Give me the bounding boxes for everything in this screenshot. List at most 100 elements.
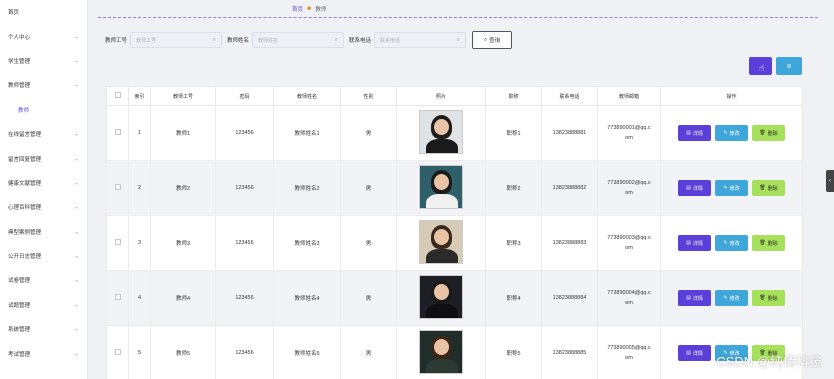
- search-bar: 教师工号 教师工号 ⌕ 教师姓名 教师姓名 ⌕ 联系电话 联系电话 ⌕ ⌕ 查询: [105, 31, 513, 49]
- sidebar-item-label: 典型案例管理: [8, 229, 42, 236]
- cell-photo: [396, 160, 486, 216]
- cell-photo: [396, 270, 486, 326]
- delete-button[interactable]: 🗑 删除: [752, 235, 785, 251]
- cell-index: 1: [128, 105, 151, 161]
- row-checkbox[interactable]: [106, 325, 129, 379]
- sidebar-item-label: 教师管理: [8, 83, 31, 90]
- sidebar-item[interactable]: 典型案例管理 ⌄: [0, 220, 87, 244]
- sidebar-item-label: 公开日志管理: [8, 254, 42, 261]
- sidebar-item[interactable]: 个人中心 ⌄: [0, 24, 87, 48]
- cell-teacher-name: 教师姓名2: [273, 160, 341, 216]
- delete-button[interactable]: 🗑 删除: [752, 290, 785, 306]
- phone-placeholder: 联系电话: [380, 37, 401, 44]
- sidebar-item[interactable]: 试卷管理 ⌄: [0, 268, 87, 292]
- sidebar-item[interactable]: 教师管理 ⌄: [0, 73, 87, 97]
- side-collapse-handle[interactable]: ‹: [826, 170, 834, 192]
- row-checkbox[interactable]: [106, 105, 129, 161]
- phone-input[interactable]: 联系电话 ⌕: [374, 32, 467, 48]
- sidebar-item[interactable]: 教师: [0, 98, 87, 122]
- sidebar-item-label: 留言回复管理: [8, 156, 42, 163]
- delete-button[interactable]: 🗑 删除: [752, 180, 785, 196]
- edit-button[interactable]: ✎ 修改: [715, 180, 748, 196]
- chevron-down-icon: ⌄: [73, 277, 79, 284]
- cell-email: 773890005@qq.c om: [597, 325, 661, 379]
- delete-label: 删除: [767, 130, 778, 137]
- search-icon: ⌕: [334, 36, 339, 43]
- teacher-name-placeholder: 教师姓名: [258, 37, 279, 44]
- row-checkbox[interactable]: [106, 270, 129, 326]
- cell-teacher-no: 教师4: [150, 270, 216, 326]
- cell-photo: [396, 215, 486, 271]
- sidebar-item[interactable]: 在线留言管理 ⌄: [0, 122, 87, 146]
- cell-gender: 男: [340, 215, 397, 271]
- teacher-no-input[interactable]: 教师工号 ⌕: [130, 32, 223, 48]
- edit-button[interactable]: ✎ 修改: [715, 290, 748, 306]
- sidebar-item[interactable]: 留言回复管理 ⌄: [0, 146, 87, 170]
- chevron-down-icon: ⌄: [73, 253, 79, 260]
- sidebar-item[interactable]: 试题管理 ⌄: [0, 293, 87, 317]
- cell-password: 123456: [215, 160, 274, 216]
- cell-teacher-no: 教师2: [150, 160, 216, 216]
- search-icon: ⌕: [456, 36, 461, 43]
- breadcrumb-home[interactable]: 首页: [292, 5, 303, 13]
- detail-button[interactable]: ▤ 详情: [678, 235, 711, 251]
- edit-label: 修改: [729, 240, 740, 247]
- row-checkbox[interactable]: [106, 160, 129, 216]
- detail-button[interactable]: ▤ 详情: [678, 345, 711, 361]
- edit-button[interactable]: ✎ 修改: [715, 125, 748, 141]
- detail-button[interactable]: ▤ 详情: [678, 180, 711, 196]
- sidebar-item[interactable]: 公开日志管理 ⌄: [0, 244, 87, 268]
- batch-delete-button[interactable]: ⊘: [776, 57, 802, 75]
- teacher-name-input[interactable]: 教师姓名 ⌕: [252, 32, 345, 48]
- sidebar-item[interactable]: 系统管理 ⌄: [0, 317, 87, 341]
- chevron-down-icon: ⌄: [73, 34, 79, 41]
- query-button[interactable]: ⌕ 查询: [472, 31, 513, 49]
- edit-icon: ✎: [723, 185, 728, 191]
- detail-button[interactable]: ▤ 详情: [678, 125, 711, 141]
- sidebar-item[interactable]: 首页: [0, 0, 87, 24]
- cell-index: 5: [128, 325, 151, 379]
- delete-button[interactable]: 🗑 删除: [752, 125, 785, 141]
- col-index: 索引: [128, 86, 151, 106]
- cell-actions: ▤ 详情 ✎ 修改 🗑 删除: [660, 215, 803, 271]
- cell-phone: 13823888881: [541, 105, 598, 161]
- search-icon: ⌕: [212, 36, 217, 43]
- teacher-photo: [419, 330, 463, 374]
- edit-label: 修改: [729, 185, 740, 192]
- cell-title: 职称5: [485, 325, 542, 379]
- cell-teacher-no: 教师5: [150, 325, 216, 379]
- cell-title: 职称1: [485, 105, 542, 161]
- cell-password: 123456: [215, 325, 274, 379]
- cell-teacher-no: 教师1: [150, 105, 216, 161]
- cell-title: 职称4: [485, 270, 542, 326]
- sidebar-item-label: 在线留言管理: [8, 132, 42, 139]
- teacher-photo: [419, 110, 463, 154]
- col-teacher-no: 教师工号: [150, 86, 216, 106]
- sidebar-item[interactable]: 心理百科管理 ⌄: [0, 195, 87, 219]
- col-title: 职称: [485, 86, 542, 106]
- edit-button[interactable]: ✎ 修改: [715, 235, 748, 251]
- cell-actions: ▤ 详情 ✎ 修改 🗑 删除: [660, 160, 803, 216]
- cell-index: 2: [128, 160, 151, 216]
- detail-button[interactable]: ▤ 详情: [678, 290, 711, 306]
- row-checkbox[interactable]: [106, 215, 129, 271]
- query-button-label: 查询: [489, 38, 501, 44]
- trash-icon: 🗑: [759, 130, 766, 136]
- sidebar-item[interactable]: 学生管理 ⌄: [0, 49, 87, 73]
- mouse-cursor-icon: ☝: [759, 63, 765, 73]
- detail-icon: ▤: [686, 350, 691, 356]
- detail-icon: ▤: [686, 185, 691, 191]
- cell-password: 123456: [215, 105, 274, 161]
- breadcrumb-current: 教师: [315, 7, 327, 13]
- delete-label: 删除: [767, 185, 778, 192]
- sidebar-item[interactable]: 考试管理 ⌄: [0, 341, 87, 365]
- detail-icon: ▤: [686, 295, 691, 301]
- email-line: 773890005@qq.c: [607, 345, 651, 351]
- detail-icon: ▤: [686, 240, 691, 246]
- cell-phone: 13823888883: [541, 215, 598, 271]
- select-all-checkbox[interactable]: [106, 86, 129, 106]
- sidebar-item[interactable]: 健康文献管理 ⌄: [0, 171, 87, 195]
- detail-label: 详情: [692, 185, 703, 192]
- table-row: 3 教师3 123456 教师姓名3 男职称3 13823888883 773890003@…: [106, 215, 803, 271]
- email-line: om: [625, 135, 633, 141]
